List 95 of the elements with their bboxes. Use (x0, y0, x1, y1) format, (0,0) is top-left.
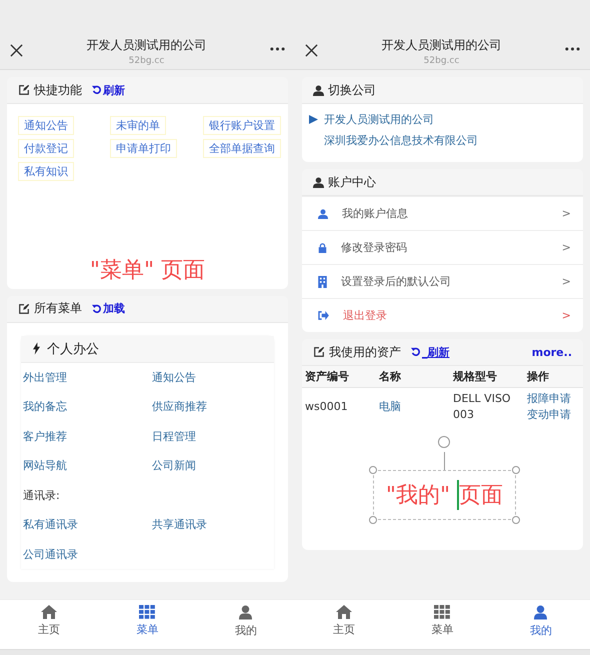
menu-item-label: 修改登录密码 (341, 240, 408, 255)
text-cursor (457, 480, 460, 510)
annotation-text: 页面 (459, 482, 504, 510)
quick-link[interactable]: 全部单据查询 (203, 139, 281, 158)
refresh-icon (92, 85, 102, 95)
action-link[interactable]: 变动申请 (527, 407, 580, 423)
user-icon (534, 605, 548, 620)
section-label: 通讯录: (23, 488, 60, 503)
quick-link[interactable]: 通知公告 (18, 116, 74, 135)
more-link[interactable]: more.. (532, 346, 572, 358)
user-icon (313, 176, 324, 188)
menu-link[interactable]: 客户推荐 (23, 428, 67, 444)
chevron-text: > (562, 309, 571, 322)
close-icon[interactable] (10, 44, 23, 56)
chevron-text: > (562, 241, 571, 254)
company-item[interactable]: 开发人员测试用的公司 (309, 112, 434, 127)
menu-link[interactable]: 外出管理 (23, 370, 67, 385)
table-cell: ws0001 (302, 388, 376, 426)
page-url: 52bg.cc (128, 56, 164, 66)
play-icon (309, 115, 318, 124)
refresh-icon (411, 347, 421, 357)
table-cell: DELL VISO 003 (450, 388, 524, 426)
resize-handle[interactable] (369, 466, 377, 474)
menu-link[interactable]: 网站导航 (23, 458, 67, 474)
company-item[interactable]: 深圳我爱办公信息技术有限公司 (309, 133, 478, 148)
tab-bar-item[interactable]: 菜单 (98, 605, 197, 637)
resize-handle[interactable] (369, 516, 377, 524)
group-title: 个人办公 (47, 340, 99, 358)
quick-link[interactable]: 付款登记 (18, 139, 74, 158)
grid-icon (434, 605, 450, 619)
building-icon (318, 276, 327, 288)
card-title: 所有菜单 (34, 300, 82, 318)
rotate-handle[interactable] (438, 436, 450, 448)
grid-icon (139, 605, 156, 619)
user-icon (239, 605, 252, 620)
tab-bar-item[interactable]: 我的 (492, 605, 590, 638)
annotation-text: "我的" (386, 482, 452, 510)
edit-icon (18, 84, 30, 96)
chevron-text: > (562, 207, 571, 220)
page-url: 52bg.cc (424, 56, 460, 66)
lock-icon (318, 242, 327, 252)
menu-item-label: 我的账户信息 (342, 206, 409, 221)
user-icon (313, 84, 324, 96)
menu-link[interactable]: 通知公告 (152, 370, 196, 385)
resize-handle[interactable] (512, 516, 520, 524)
load-link[interactable]: 加载 (92, 301, 125, 316)
action-link[interactable]: 报障申请 (527, 391, 580, 407)
more-icon[interactable] (270, 47, 285, 51)
account-menu-item[interactable]: 退出登录 > (302, 298, 583, 332)
card-title: 快捷功能 (34, 82, 82, 98)
user-icon (318, 208, 328, 218)
more-icon[interactable] (565, 47, 580, 51)
refresh-link[interactable]: _刷新 (411, 344, 450, 360)
menu-link[interactable]: 我的备忘 (23, 399, 67, 414)
tab-bar-item[interactable]: 主页 (295, 605, 394, 637)
tab-bar-item[interactable]: 菜单 (393, 605, 492, 637)
account-menu-item[interactable]: 设置登录后的默认公司 > (302, 264, 583, 298)
menu-link[interactable]: 共享通讯录 (152, 517, 207, 532)
refresh-icon (92, 304, 102, 314)
tab-bar-item[interactable]: 主页 (0, 605, 98, 637)
quick-link[interactable]: 银行账户设置 (203, 116, 281, 135)
refresh-link[interactable]: 刷新 (92, 82, 125, 98)
home-icon (336, 605, 352, 619)
page-title: 开发人员测试用的公司 (382, 36, 502, 54)
page-title: 开发人员测试用的公司 (86, 36, 206, 54)
quick-link[interactable]: 未审的单 (110, 116, 166, 135)
menu-link[interactable]: 公司通讯录 (23, 546, 78, 562)
home-icon (41, 605, 58, 619)
card-title: 账户中心 (328, 174, 376, 190)
column-header: 规格型号 (450, 366, 524, 388)
close-icon[interactable] (305, 44, 318, 56)
account-menu-item[interactable]: 我的账户信息 > (302, 196, 583, 230)
column-header: 名称 (376, 366, 450, 388)
menu-link[interactable]: 私有通讯录 (23, 517, 78, 532)
menu-link[interactable]: 供应商推荐 (152, 399, 207, 414)
column-header: 资产编号 (302, 366, 376, 388)
lightning-icon (33, 342, 40, 356)
menu-item-label: 退出登录 (343, 308, 388, 323)
quick-link[interactable]: 私有知识 (18, 162, 74, 181)
edit-icon (313, 346, 325, 358)
menu-link[interactable]: 公司新闻 (152, 458, 196, 474)
edit-icon (18, 302, 30, 315)
menu-link[interactable]: 日程管理 (152, 428, 196, 444)
account-menu-item[interactable]: 修改登录密码 > (302, 230, 583, 264)
tab-bar-item[interactable]: 我的 (196, 605, 295, 638)
column-header: 操作 (524, 366, 583, 388)
menu-item-label: 设置登录后的默认公司 (341, 274, 452, 289)
annotation-text: "菜单" 页面 (90, 256, 206, 285)
card-title: 切换公司 (328, 82, 376, 98)
card-title: 我使用的资产 (329, 344, 401, 360)
chevron-text: > (562, 275, 571, 288)
asset-name-link[interactable]: 电脑 (379, 400, 401, 413)
resize-handle[interactable] (512, 466, 520, 474)
quick-link[interactable]: 申请单打印 (110, 139, 177, 158)
sign-out-icon (318, 311, 329, 320)
